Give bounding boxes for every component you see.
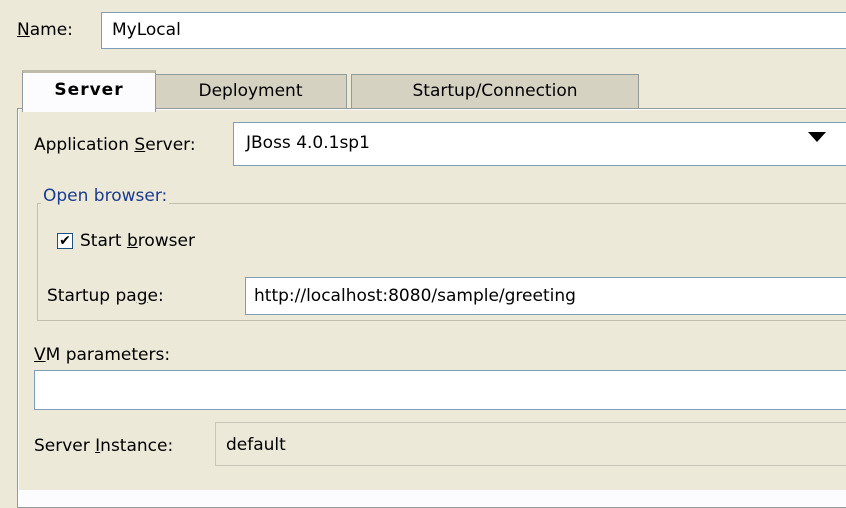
tab-deployment[interactable]: Deployment: [154, 74, 347, 108]
server-instance-label: Server Instance:: [34, 436, 174, 456]
vm-parameters-label: VM parameters:: [34, 345, 171, 365]
startup-page-label: Startup page:: [47, 286, 164, 306]
checkmark-icon: ✔: [59, 233, 71, 249]
vm-parameters-field[interactable]: [34, 370, 846, 410]
name-label: Name:: [17, 20, 73, 40]
application-server-value: JBoss 4.0.1sp1: [246, 133, 370, 153]
chevron-down-icon[interactable]: [808, 132, 826, 142]
application-server-label: Application Server:: [34, 135, 196, 155]
application-server-select[interactable]: JBoss 4.0.1sp1: [233, 122, 846, 166]
open-browser-title: Open browser:: [41, 186, 170, 206]
tab-startup-connection[interactable]: Startup/Connection: [351, 74, 639, 108]
startup-page-field[interactable]: http://localhost:8080/sample/greeting: [245, 277, 846, 315]
name-field[interactable]: MyLocal: [101, 12, 846, 49]
server-instance-field[interactable]: default: [215, 422, 846, 466]
tab-server[interactable]: Server: [22, 70, 156, 112]
start-browser-label[interactable]: Start browser: [80, 231, 195, 251]
start-browser-checkbox[interactable]: ✔: [57, 233, 73, 249]
